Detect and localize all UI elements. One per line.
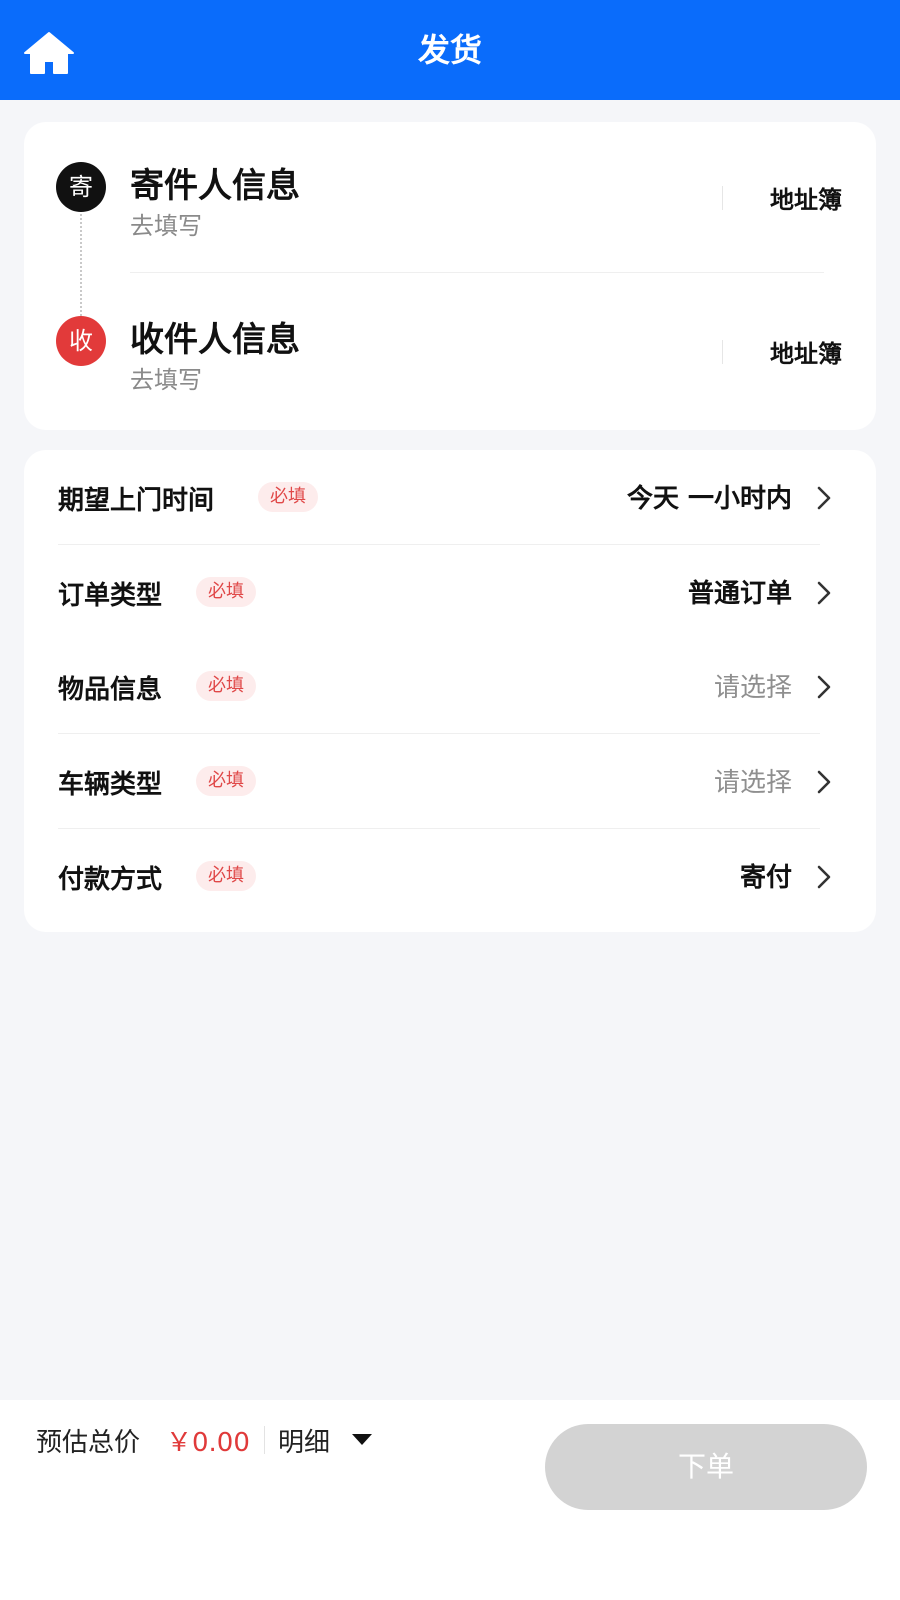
divider (130, 272, 824, 273)
option-order-type[interactable]: 订单类型 必填 普通订单 (24, 545, 876, 639)
option-value: 请选择 (713, 768, 792, 798)
sender-info-row[interactable]: 寄 寄件人信息 去填写 地址簿 (24, 122, 876, 272)
required-tag: 必填 (258, 482, 318, 512)
receiver-address-book-button[interactable]: 地址簿 (770, 334, 842, 369)
order-options-card: 期望上门时间 必填 今天 一小时内 订单类型 必填 普通订单 物品信息 必填 请… (24, 450, 876, 932)
option-item-info[interactable]: 物品信息 必填 请选择 (24, 639, 876, 733)
option-value: 寄付 (739, 863, 792, 893)
receiver-fill-hint: 去填写 (130, 366, 202, 394)
option-payment-method[interactable]: 付款方式 必填 寄付 (24, 829, 876, 923)
divider (722, 340, 723, 364)
option-label: 订单类型 (58, 581, 163, 611)
required-tag: 必填 (196, 671, 256, 701)
contacts-card: 寄 寄件人信息 去填写 地址簿 收 收件人信息 去填写 地址簿 (24, 122, 876, 430)
chevron-right-icon (817, 581, 831, 605)
option-value: 普通订单 (687, 579, 792, 609)
price-detail-label: 明细 (278, 1428, 331, 1458)
sender-fill-hint: 去填写 (130, 212, 202, 240)
home-button[interactable] (22, 30, 76, 76)
chevron-right-icon (817, 675, 831, 699)
caret-down-icon (352, 1434, 372, 1445)
sender-address-book-button[interactable]: 地址簿 (770, 180, 842, 215)
receiver-title: 收件人信息 (130, 320, 300, 360)
estimated-price-label: 预估总价 (36, 1428, 141, 1458)
option-value: 请选择 (713, 673, 792, 703)
chevron-right-icon (817, 486, 831, 510)
option-label: 期望上门时间 (58, 486, 215, 516)
place-order-button[interactable]: 下单 (545, 1424, 867, 1510)
bottom-bar: 预估总价 ￥0.00 明细 下单 (0, 1400, 900, 1600)
receiver-badge: 收 (56, 316, 106, 366)
divider (722, 186, 723, 210)
required-tag: 必填 (196, 577, 256, 607)
option-label: 付款方式 (58, 865, 163, 895)
divider (264, 1426, 265, 1454)
required-tag: 必填 (196, 861, 256, 891)
option-value: 今天 一小时内 (626, 484, 792, 514)
home-icon (24, 32, 74, 74)
estimated-price-value: ￥0.00 (166, 1428, 250, 1458)
chevron-right-icon (817, 770, 831, 794)
option-vehicle-type[interactable]: 车辆类型 必填 请选择 (24, 734, 876, 828)
page-title: 发货 (417, 31, 482, 69)
top-bar: 发货 (0, 0, 900, 100)
sender-badge: 寄 (56, 162, 106, 212)
option-label: 车辆类型 (58, 770, 163, 800)
receiver-info-row[interactable]: 收 收件人信息 去填写 地址簿 (24, 276, 876, 426)
price-detail-button[interactable]: 明细 (278, 1418, 388, 1458)
required-tag: 必填 (196, 766, 256, 796)
option-label: 物品信息 (58, 675, 163, 705)
option-pickup-time[interactable]: 期望上门时间 必填 今天 一小时内 (24, 450, 876, 544)
chevron-right-icon (817, 865, 831, 889)
sender-title: 寄件人信息 (130, 166, 300, 206)
